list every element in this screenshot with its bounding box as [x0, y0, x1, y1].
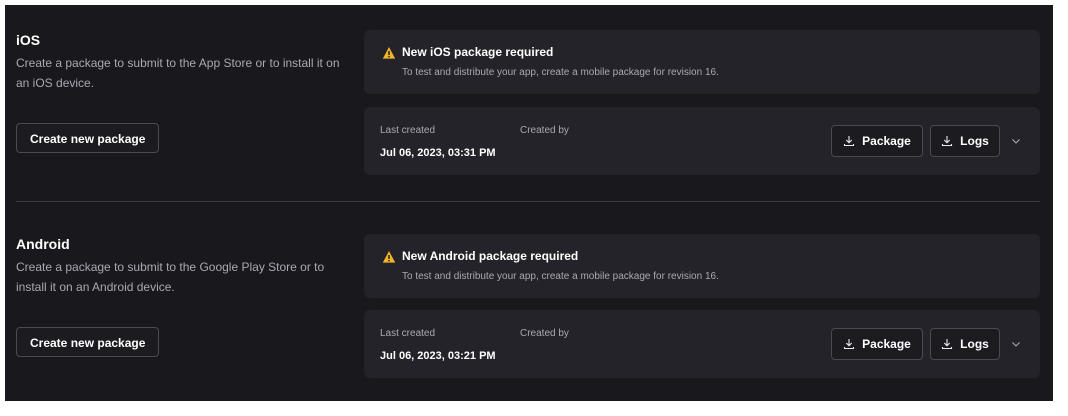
android-section: Android Create a package to submit to th…: [5, 208, 1053, 401]
last-created-value: Jul 06, 2023, 03:21 PM: [380, 350, 496, 362]
android-latest-package-card: Last created Created by Jul 06, 2023, 03…: [364, 310, 1040, 378]
created-by-label: Created by: [520, 125, 569, 136]
download-logs-button[interactable]: Logs: [930, 328, 1000, 360]
alert-text: To test and distribute your app, create …: [402, 67, 719, 78]
android-section-title: Android: [16, 236, 70, 252]
logs-button-label: Logs: [960, 134, 989, 148]
last-created-label: Last created: [380, 125, 436, 136]
chevron-down-icon[interactable]: [1010, 338, 1022, 350]
alert-title: New iOS package required: [402, 45, 554, 59]
ios-create-package-button[interactable]: Create new package: [16, 123, 160, 153]
download-icon: [942, 136, 953, 147]
android-create-package-button[interactable]: Create new package: [16, 327, 160, 357]
download-icon: [844, 339, 855, 350]
ios-section: iOS Create a package to submit to the Ap…: [5, 5, 1053, 201]
download-icon: [844, 136, 855, 147]
ios-latest-package-card: Last created Created by Jul 06, 2023, 03…: [364, 107, 1040, 175]
download-icon: [942, 339, 953, 350]
warning-triangle-icon: [382, 47, 396, 59]
section-divider: [16, 201, 1040, 202]
download-package-button[interactable]: Package: [831, 125, 923, 157]
last-created-label: Last created: [380, 328, 436, 339]
package-button-label: Package: [862, 337, 911, 351]
ios-package-required-alert: New iOS package required To test and dis…: [364, 30, 1040, 94]
download-package-button[interactable]: Package: [831, 328, 923, 360]
android-section-description: Create a package to submit to the Google…: [16, 260, 325, 294]
ios-section-title: iOS: [16, 32, 41, 48]
created-by-label: Created by: [520, 328, 569, 339]
ios-section-description: Create a package to submit to the App St…: [16, 56, 340, 90]
alert-title: New Android package required: [402, 249, 579, 263]
download-logs-button[interactable]: Logs: [930, 125, 1000, 157]
package-button-label: Package: [862, 134, 911, 148]
warning-triangle-icon: [382, 251, 396, 263]
chevron-down-icon[interactable]: [1010, 135, 1022, 147]
android-package-required-alert: New Android package required To test and…: [364, 234, 1040, 298]
last-created-value: Jul 06, 2023, 03:31 PM: [380, 147, 496, 159]
mobile-packages-panel: iOS Create a package to submit to the Ap…: [5, 5, 1053, 401]
logs-button-label: Logs: [960, 337, 989, 351]
alert-text: To test and distribute your app, create …: [402, 271, 719, 282]
